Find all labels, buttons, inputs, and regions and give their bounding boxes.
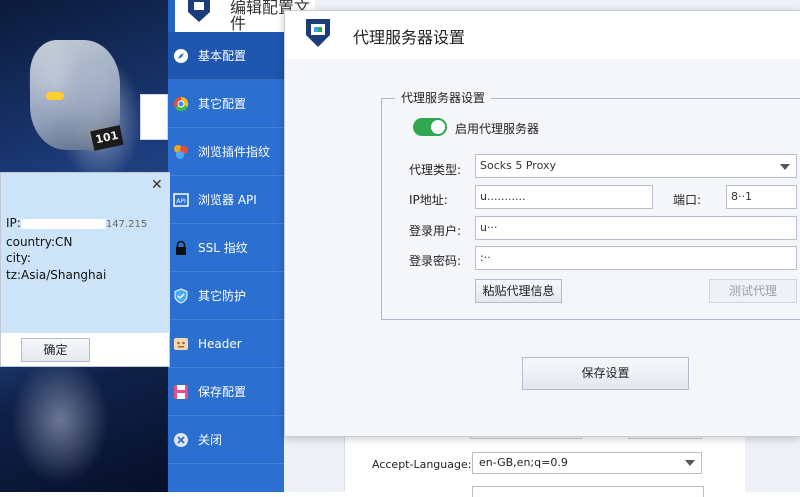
proxy-group-title: 代理服务器设置: [395, 89, 492, 106]
login-password-label: 登录密码:: [409, 254, 462, 268]
ip-address-input[interactable]: u...........: [475, 185, 653, 209]
proxy-dialog-titlebar: 代理服务器设置: [285, 11, 800, 60]
sidebar-item-label: 其它配置: [198, 97, 247, 111]
sidebar-item-label: 浏览器 API: [198, 193, 257, 207]
chevron-down-icon: [780, 164, 790, 170]
login-user-input[interactable]: u···: [475, 216, 797, 240]
proxy-settings-dialog: 代理服务器设置 代理服务器设置 启用代理服务器 代理类型: Socks 5 Pr…: [284, 10, 800, 437]
tz-line: tz:Asia/Shanghai: [6, 267, 107, 282]
app-logo-icon: [188, 0, 210, 22]
sidebar-item-header[interactable]: Header: [168, 320, 284, 368]
header-icon: [173, 336, 189, 352]
proxy-type-value: Socks 5 Proxy: [480, 159, 556, 172]
sidebar-item-save-config[interactable]: 保存配置: [168, 368, 284, 416]
ip-line: IP: 147.215: [6, 215, 147, 234]
login-user-label: 登录用户:: [409, 224, 462, 238]
sidebar-item-label: 浏览插件指纹: [198, 145, 271, 159]
save-settings-button[interactable]: 保存设置: [522, 357, 689, 390]
proxy-type-label: 代理类型:: [409, 163, 462, 177]
sidebar-item-label: 保存配置: [198, 385, 247, 399]
close-icon[interactable]: ✕: [151, 177, 163, 193]
port-input[interactable]: 8··1: [726, 185, 797, 209]
sidebar-item-label: 关闭: [198, 433, 223, 447]
accept-language-select[interactable]: en-GB,en;q=0.9: [472, 452, 702, 474]
sidebar-item-basic-config[interactable]: 基本配置: [168, 32, 284, 80]
city-line: city:: [6, 251, 31, 265]
enable-proxy-label: 启用代理服务器: [455, 122, 540, 136]
ip-info-text: IP: 147.215 country:CN city: tz:Asia/Shan…: [6, 215, 147, 283]
app-logo-icon: [306, 19, 330, 47]
lock-icon: [173, 240, 189, 256]
ip-address-label: IP地址:: [409, 193, 448, 207]
sidebar-item-label: Header: [198, 336, 242, 351]
ip-suffix: 147.215: [105, 219, 148, 230]
test-proxy-button[interactable]: 测试代理: [709, 279, 797, 303]
proxy-type-select[interactable]: Socks 5 Proxy: [475, 154, 797, 178]
sidebar-item-label: 其它防护: [198, 289, 247, 303]
sidebar-item-plugin-fingerprint[interactable]: 浏览插件指纹: [168, 128, 284, 176]
toggle-knob: [431, 120, 445, 134]
editor-window-edge: [140, 94, 168, 140]
proxy-dialog-body: 代理服务器设置 启用代理服务器 代理类型: Socks 5 Proxy IP地址…: [285, 59, 800, 436]
svg-text:API: API: [176, 198, 186, 205]
save-icon: [173, 384, 189, 400]
sidebar-item-browser-api[interactable]: API 浏览器 API: [168, 176, 284, 224]
proxy-dialog-title: 代理服务器设置: [353, 28, 466, 47]
chrome-icon: [173, 96, 189, 112]
ip-prefix: IP:: [6, 216, 21, 230]
compass-icon: [173, 48, 189, 64]
country-line: country:CN: [6, 234, 73, 249]
api-icon: API: [173, 192, 189, 208]
sidebar-item-label: 基本配置: [198, 49, 247, 63]
shield-icon: [173, 287, 189, 304]
port-label: 端口:: [673, 193, 702, 207]
accept-language-label: Accept-Language:: [372, 458, 472, 471]
login-password-input[interactable]: :··: [475, 246, 797, 270]
plugin-icon: [173, 144, 189, 160]
sidebar-item-ssl-fingerprint[interactable]: SSL 指纹: [168, 224, 284, 272]
close-circle-icon: [173, 432, 189, 448]
sidebar-item-other-protection[interactable]: 其它防护: [168, 272, 284, 320]
sidebar-item-other-config[interactable]: 其它配置: [168, 80, 284, 128]
sidebar-item-label: SSL 指纹: [198, 241, 248, 255]
chevron-down-icon: [685, 460, 695, 466]
robot-eye: [46, 92, 64, 100]
ip-redaction: [20, 218, 106, 229]
ip-info-popup: ✕ IP: 147.215 country:CN city: tz:Asia/Sh…: [0, 172, 170, 367]
ok-button[interactable]: 确定: [21, 338, 90, 362]
enable-proxy-toggle[interactable]: [413, 118, 447, 136]
paste-proxy-info-button[interactable]: 粘贴代理信息: [475, 279, 562, 303]
sidebar-item-close[interactable]: 关闭: [168, 416, 284, 464]
accept-language-value: en-GB,en;q=0.9: [479, 456, 568, 469]
